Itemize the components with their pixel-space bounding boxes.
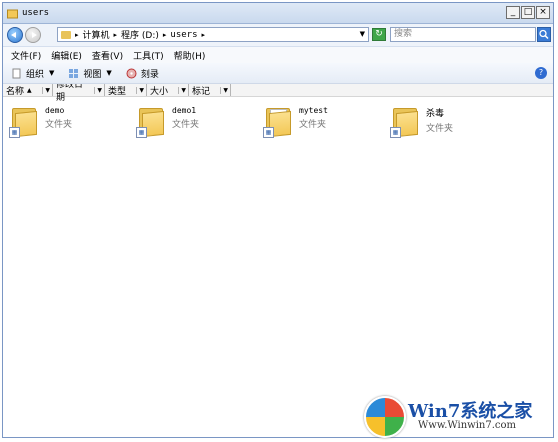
forward-arrow-icon [32,32,37,38]
chevron-down-icon: ▼ [106,69,112,77]
chevron-right-icon: ▸ [113,30,118,39]
menu-help[interactable]: 帮助(H) [174,49,206,62]
burn-button[interactable]: 刻录 [126,67,159,80]
site-watermark: Win7系统之家 Www.Winwin7.com [358,394,552,438]
search-input[interactable]: 搜索 [390,27,536,42]
menu-view[interactable]: 查看(V) [92,49,123,62]
help-icon[interactable]: ? [535,67,547,79]
menu-file[interactable]: 文件(F) [11,49,41,62]
menu-bar: 文件(F) 编辑(E) 查看(V) 工具(T) 帮助(H) [3,46,553,63]
sort-ascending-icon: ▲ [27,86,32,94]
column-modified[interactable]: 修改日期 ▼ [53,80,105,103]
back-button[interactable] [7,27,23,43]
organize-label: 组织 [26,69,45,80]
shortcut-badge-icon: ▦ [136,127,147,138]
chevron-down-icon[interactable]: ▼ [136,86,144,94]
item-name: 杀毒 [426,109,445,119]
views-button[interactable]: 视图 ▼ [68,67,112,80]
shortcut-badge-icon: ▦ [390,127,401,138]
chevron-right-icon: ▸ [162,30,167,39]
folder-icon: ▦ [9,105,39,139]
window-title: users [22,8,50,18]
forward-button[interactable] [25,27,41,43]
chevron-down-icon[interactable]: ▼ [220,86,228,94]
explorer-window: users _ □ × ▸ 计算机 ▸ 程序 (D:) ▸ users ▸ ▼ … [2,2,554,438]
column-size[interactable]: 大小 ▼ [147,84,189,97]
restore-button[interactable]: □ [521,6,535,19]
item-name: demo1 [172,106,197,115]
back-arrow-icon [11,32,16,38]
menu-edit[interactable]: 编辑(E) [51,49,82,62]
address-bar-row: ▸ 计算机 ▸ 程序 (D:) ▸ users ▸ ▼ ↻ 搜索 [3,24,553,46]
disc-icon [126,68,137,78]
views-label: 视图 [83,69,102,80]
item-type: 文件夹 [426,124,454,134]
chevron-down-icon[interactable]: ▼ [178,86,186,94]
menu-tools[interactable]: 工具(T) [133,49,164,62]
item-type: 文件夹 [172,120,200,130]
column-label: 大小 [150,86,169,97]
column-tags[interactable]: 标记 ▼ [189,84,231,97]
folder-item[interactable]: ▦ mytest 文件夹 [263,105,328,139]
item-name: mytest [299,106,328,115]
close-button[interactable]: × [536,6,550,19]
chevron-down-icon[interactable]: ▼ [42,86,50,94]
chevron-right-icon: ▸ [75,30,79,39]
folder-icon [7,9,18,18]
burn-label: 刻录 [140,69,159,80]
chevron-down-icon[interactable]: ▼ [360,30,365,38]
breadcrumb-users[interactable]: users [170,30,197,40]
column-header: 名称 ▲ ▼ 修改日期 ▼ 类型 ▼ 大小 ▼ 标记 ▼ [3,80,553,103]
shortcut-badge-icon: ▦ [9,127,20,138]
address-bar[interactable]: ▸ 计算机 ▸ 程序 (D:) ▸ users ▸ ▼ [57,27,369,42]
shortcut-badge-icon: ▦ [263,127,274,138]
search-icon[interactable] [537,27,551,42]
command-toolbar: 组织 ▼ 视图 ▼ 刻录 ? [3,63,553,84]
column-name[interactable]: 名称 ▲ ▼ [3,84,53,97]
folder-icon [61,30,71,39]
breadcrumb-drive[interactable]: 程序 (D:) [121,28,159,41]
item-name: demo [45,106,65,115]
magnifier-icon [539,29,549,40]
column-label: 类型 [108,86,127,97]
chevron-down-icon: ▼ [49,69,55,77]
column-type[interactable]: 类型 ▼ [105,84,147,97]
folder-item[interactable]: ▦ 杀毒 文件夹 [390,105,453,139]
chevron-right-icon: ▸ [201,30,206,39]
minimize-button[interactable]: _ [506,6,520,19]
refresh-button[interactable]: ↻ [372,28,386,41]
views-icon [69,68,79,78]
folder-item[interactable]: ▦ demo1 文件夹 [136,105,199,139]
column-label: 标记 [192,86,211,97]
title-bar: users _ □ × [3,3,553,24]
document-icon [12,68,21,78]
organize-button[interactable]: 组织 ▼ [11,67,54,80]
folder-with-files-icon: ▦ [263,105,293,139]
watermark-url: Www.Winwin7.com [418,420,516,431]
windows-logo-icon [364,396,406,438]
folder-icon: ▦ [390,105,420,139]
folder-item[interactable]: ▦ demo 文件夹 [9,105,72,139]
file-list: ▦ demo 文件夹 ▦ demo1 文件夹 ▦ mytest 文件夹 ▦ 杀毒… [3,97,553,425]
column-label: 名称 [6,86,25,97]
chevron-down-icon[interactable]: ▼ [94,86,102,94]
breadcrumb-computer[interactable]: 计算机 [83,28,110,41]
item-type: 文件夹 [299,120,327,130]
folder-icon: ▦ [136,105,166,139]
item-type: 文件夹 [45,120,73,130]
